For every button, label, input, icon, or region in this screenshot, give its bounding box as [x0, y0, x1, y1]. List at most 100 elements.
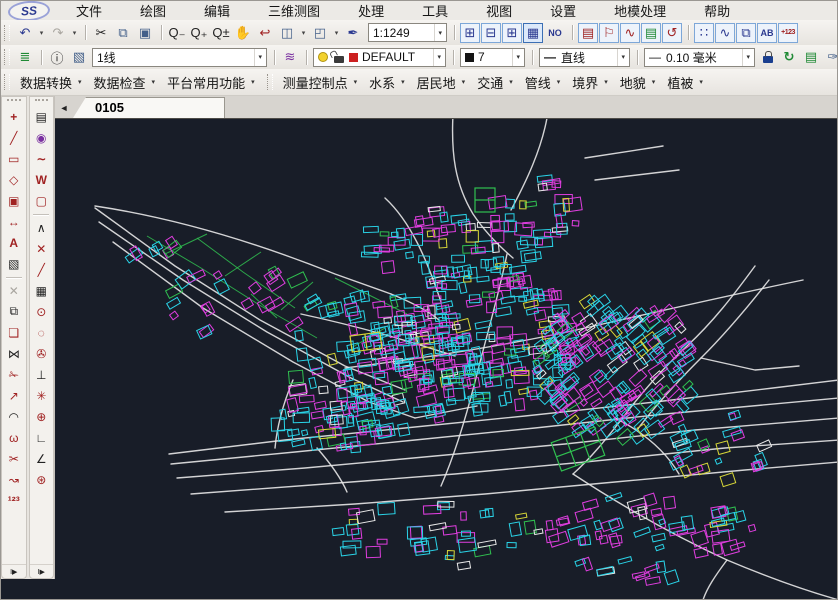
- wavy-line-button[interactable]: ∿: [620, 23, 640, 43]
- redraw-button[interactable]: ✒: [342, 22, 364, 44]
- copy-object-tool[interactable]: ⧉: [2, 301, 26, 322]
- extend-tool[interactable]: ↗: [2, 385, 26, 406]
- line-tool[interactable]: ╱: [2, 127, 26, 148]
- text-tool[interactable]: A: [2, 232, 26, 253]
- zoom-out-button[interactable]: Q₋: [166, 22, 188, 44]
- erase-tool[interactable]: ✕: [2, 280, 26, 301]
- chevron-down-icon[interactable]: ▾: [433, 49, 444, 66]
- menu-process[interactable]: 处理: [339, 1, 403, 20]
- toolbar-grip[interactable]: [4, 49, 10, 65]
- duplicate-tool[interactable]: ❏: [2, 322, 26, 343]
- toolbar-grip[interactable]: [4, 74, 10, 90]
- trim-tool[interactable]: ✂: [2, 448, 26, 469]
- node-tool[interactable]: ∧: [30, 217, 54, 238]
- parcel-tool-button[interactable]: ▤: [641, 23, 661, 43]
- separator[interactable]: [80, 22, 90, 44]
- perpendicular-tool[interactable]: ⊥: [30, 364, 54, 385]
- separator[interactable]: [567, 22, 577, 44]
- numbers-tool[interactable]: ¹²³: [2, 490, 26, 511]
- dimension-tool[interactable]: ↔: [2, 211, 26, 232]
- ortho-toggle-button[interactable]: NO: [544, 22, 566, 44]
- zoom-object-dropdown[interactable]: ▾: [331, 22, 342, 44]
- separator[interactable]: [156, 22, 166, 44]
- spline-tool[interactable]: ↝: [2, 469, 26, 490]
- 管线[interactable]: 管线▾: [519, 72, 567, 93]
- menu-edit[interactable]: 编辑: [185, 1, 249, 20]
- number-label-button[interactable]: +123: [778, 23, 798, 43]
- lineweight-combobox[interactable]: — 0.10 毫米 ▾: [644, 48, 755, 67]
- 水系[interactable]: 水系▾: [363, 72, 411, 93]
- redo-dropdown[interactable]: ▾: [69, 22, 80, 44]
- drawing-tab-0105[interactable]: 0105: [73, 97, 225, 118]
- menu-draw[interactable]: 绘图: [121, 1, 185, 20]
- separator[interactable]: [449, 22, 459, 44]
- grid-points-tool[interactable]: ▦: [30, 280, 54, 301]
- 居民地[interactable]: 居民地▾: [411, 72, 472, 93]
- arc-tool[interactable]: ◠: [2, 406, 26, 427]
- copy-button[interactable]: ⧉: [112, 22, 134, 44]
- chevron-down-icon[interactable]: ▾: [512, 49, 523, 66]
- info-icon[interactable]: ⓘ: [46, 46, 68, 68]
- rectangle-tool[interactable]: ▭: [2, 148, 26, 169]
- layers-stack-icon[interactable]: ≋: [279, 46, 301, 68]
- symbol-library-tool[interactable]: ◉: [30, 127, 54, 148]
- chevron-down-icon[interactable]: ▾: [617, 49, 628, 66]
- intersect-tool[interactable]: ✕: [30, 238, 54, 259]
- color-combobox[interactable]: 7 ▾: [460, 48, 525, 67]
- chevron-down-icon[interactable]: ▾: [434, 24, 445, 41]
- layer-on-bulb-icon[interactable]: [318, 52, 328, 62]
- point-tool[interactable]: +: [2, 106, 26, 127]
- dashed-circle-tool[interactable]: ◌: [30, 322, 54, 343]
- axis-tool[interactable]: ∟: [30, 427, 54, 448]
- point-symbol-tool[interactable]: ⊕: [30, 406, 54, 427]
- 地貌[interactable]: 地貌▾: [614, 72, 662, 93]
- break-tool[interactable]: ✁: [2, 364, 26, 385]
- chevron-down-icon[interactable]: ▾: [254, 49, 265, 66]
- circled-star-tool[interactable]: ⊛: [30, 469, 54, 490]
- viewport-split-button[interactable]: ⊟: [481, 23, 501, 43]
- chevron-down-icon[interactable]: ▾: [742, 49, 753, 66]
- drawing-canvas[interactable]: [1, 118, 837, 599]
- toolbar-grip[interactable]: [267, 74, 273, 90]
- polyline-w-tool[interactable]: ω: [2, 427, 26, 448]
- asterisk-tool[interactable]: ✳: [30, 385, 54, 406]
- brush-icon[interactable]: ✑: [822, 46, 837, 68]
- 数据检查[interactable]: 数据检查▾: [88, 72, 162, 93]
- menu-view[interactable]: 视图: [467, 1, 531, 20]
- ellipse-arrow-button[interactable]: ↺: [662, 23, 682, 43]
- w-points-tool[interactable]: W: [30, 169, 54, 190]
- 交通[interactable]: 交通▾: [471, 72, 519, 93]
- 境界[interactable]: 境界▾: [566, 72, 614, 93]
- grid-display-button[interactable]: ▦: [523, 23, 543, 43]
- polygon-tool[interactable]: ◇: [2, 169, 26, 190]
- viewport-quad-button[interactable]: ⊞: [502, 23, 522, 43]
- menu-file[interactable]: 文件: [57, 1, 121, 20]
- axis-label-tool[interactable]: ∠: [30, 448, 54, 469]
- layer-new-icon[interactable]: ≣: [14, 46, 36, 68]
- lock-objects-icon[interactable]: [763, 56, 773, 63]
- block-tool-button[interactable]: ⧉: [736, 23, 756, 43]
- toolbar-grip[interactable]: [7, 99, 21, 105]
- paste-button[interactable]: ▣: [134, 22, 156, 44]
- redo-button[interactable]: ↷: [47, 22, 69, 44]
- menu-terrain-model[interactable]: 地模处理: [595, 1, 685, 20]
- fence-tool[interactable]: ▣: [2, 190, 26, 211]
- toolbar-grip[interactable]: [35, 99, 49, 105]
- selection-box-tool[interactable]: ▢: [30, 190, 54, 211]
- zoom-window-button[interactable]: Q±: [210, 22, 232, 44]
- toolbox-expand-button[interactable]: I▶: [30, 564, 54, 578]
- menu-3d-mapping[interactable]: 三维测图: [249, 1, 339, 20]
- edit-document-icon[interactable]: ▤: [800, 46, 822, 68]
- code-layer-combobox[interactable]: 1线 ▾: [92, 48, 267, 67]
- survey-plot-button[interactable]: ▤: [578, 23, 598, 43]
- point-style-button[interactable]: ∷: [694, 23, 714, 43]
- undo-button[interactable]: ↶: [14, 22, 36, 44]
- layer-unlock-icon[interactable]: [334, 56, 344, 63]
- 植被[interactable]: 植被▾: [661, 72, 709, 93]
- notebook-tool[interactable]: ▤: [30, 106, 54, 127]
- tab-scroll-left-icon[interactable]: ◄: [55, 99, 73, 117]
- pan-button[interactable]: ✋: [232, 22, 254, 44]
- layer-state-combobox[interactable]: DEFAULT ▾: [313, 48, 446, 67]
- text-style-tool[interactable]: ▧: [2, 253, 26, 274]
- 测量控制点[interactable]: 测量控制点▾: [277, 72, 364, 93]
